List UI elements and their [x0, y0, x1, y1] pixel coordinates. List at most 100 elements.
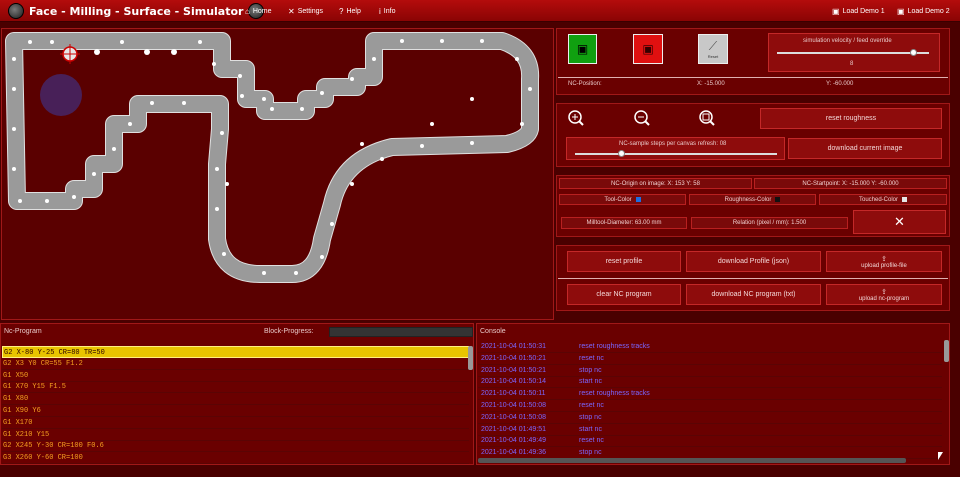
divider: [558, 278, 948, 279]
log-entry: 2021-10-04 01:50:21 reset nc: [478, 353, 942, 365]
save-icon: ▣: [897, 6, 905, 16]
nc-position-label: NC-Position:: [568, 81, 602, 87]
velocity-slider[interactable]: [777, 49, 929, 57]
upload-icon: ⇪: [881, 255, 887, 263]
tool-circle: [40, 74, 82, 116]
milled-track-inner: [6, 33, 539, 282]
zoom-fit-icon: [699, 110, 715, 126]
surface-view: [5, 32, 540, 283]
log-entry: 2021-10-04 01:50:31 reset roughness track…: [478, 341, 942, 353]
download-image-button[interactable]: download current image: [788, 138, 942, 159]
nav-info[interactable]: i Info: [379, 0, 395, 22]
zoom-reset-button[interactable]: [698, 109, 716, 127]
log-time: 2021-10-04 01:50:21: [481, 354, 546, 362]
milling-tool-logo-icon: [8, 3, 24, 19]
touched-color-swatch[interactable]: [902, 197, 908, 202]
divider: [558, 77, 948, 78]
download-profile-button[interactable]: download Profile (json): [686, 251, 821, 272]
sample-steps-box: NC-sample steps per canvas refresh: 08: [566, 137, 785, 160]
log-message: stop nc: [579, 366, 602, 374]
program-line[interactable]: G1 X90 Y6: [2, 405, 469, 417]
reset-roughness-button[interactable]: reset roughness: [760, 108, 942, 129]
touched-color-picker[interactable]: Touched-Color: [819, 194, 947, 205]
brand[interactable]: Face - Milling - Surface - Simulator: [8, 2, 265, 20]
program-line[interactable]: G1 X80: [2, 393, 469, 406]
home-icon: ⌂: [245, 6, 250, 16]
clear-nc-program-button[interactable]: clear NC program: [567, 284, 681, 305]
velocity-label: simulation velocity / feed override: [803, 38, 892, 44]
nav-load-demo-1[interactable]: ▣ Load Demo 1: [832, 0, 885, 22]
upload-nc-program-button[interactable]: ⇪ upload nc-program: [826, 284, 942, 305]
program-line[interactable]: G1 X170: [2, 417, 469, 429]
program-scrollbar[interactable]: [468, 346, 473, 370]
upload-icon: ⇪: [881, 288, 887, 296]
log-time: 2021-10-04 01:50:08: [481, 413, 546, 421]
log-time: 2021-10-04 01:50:11: [481, 390, 546, 398]
console-hscrollbar[interactable]: [478, 458, 906, 463]
program-line[interactable]: G1 X70 Y15 F1.5: [2, 381, 469, 394]
sample-steps-slider[interactable]: [575, 150, 777, 158]
reset-nc-button[interactable]: ⟋ Reset: [698, 34, 728, 64]
log-message: start nc: [579, 378, 602, 386]
tools-icon: ✕: [894, 214, 905, 229]
upload-profile-button[interactable]: ⇪ upload profile-file: [826, 251, 942, 272]
log-entry: 2021-10-04 01:50:21 stop nc: [478, 365, 942, 377]
sample-steps-label: NC-sample steps per canvas refresh: 08: [619, 141, 727, 147]
log-time: 2021-10-04 01:50:31: [481, 343, 546, 350]
milling-canvas[interactable]: [1, 28, 554, 320]
nav-settings[interactable]: ✕ Settings: [288, 0, 323, 22]
program-line[interactable]: G2 X-80 Y-25 CR=80 TR=50: [2, 346, 469, 358]
program-line[interactable]: G2 X3 Y0 CR=55 F1.2: [2, 358, 469, 370]
log-time: 2021-10-04 01:50:08: [481, 402, 546, 409]
log-time: 2021-10-04 01:50:14: [481, 378, 546, 386]
roughness-color-picker[interactable]: Roughness-Color: [689, 194, 816, 205]
nc-position-y: Y: -60.000: [826, 81, 854, 87]
start-nc-button[interactable]: ▣: [568, 34, 597, 64]
log-message: reset nc: [579, 354, 604, 362]
stop-nc-button[interactable]: ▣: [633, 34, 663, 64]
nav-help[interactable]: ? Help: [339, 0, 361, 22]
nc-startpoint-info: NC-Startpoint: X: -15.000 Y: -60.000: [754, 178, 947, 189]
reset-icon: ⟋: [708, 39, 718, 53]
stop-icon: ▣: [642, 42, 654, 56]
nc-origin-info: NC-Origin on image: X: 153 Y: 58: [559, 178, 752, 189]
nav-load-demo-2[interactable]: ▣ Load Demo 2: [897, 0, 950, 22]
program-line[interactable]: G1 X50: [2, 370, 469, 382]
mouse-cursor-icon: [938, 452, 943, 460]
velocity-box: simulation velocity / feed override 8: [768, 33, 940, 72]
log-entry: 2021-10-04 01:49:51 start nc: [478, 424, 942, 436]
tool-color-swatch[interactable]: [635, 197, 641, 202]
nc-program-title: Nc-Program: [4, 328, 42, 335]
program-line[interactable]: G1 X210 Y15: [2, 429, 469, 441]
roughness-color-swatch[interactable]: [775, 197, 781, 202]
velocity-value: 8: [850, 61, 854, 67]
tool-color-picker[interactable]: Tool-Color: [559, 194, 686, 205]
milltool-diameter-info: Milltool-Diameter: 63.00 mm: [561, 217, 687, 229]
download-nc-program-button[interactable]: download NC program (txt): [686, 284, 821, 305]
log-message: reset nc: [579, 437, 604, 445]
block-progress-bar: [329, 327, 473, 337]
tool-settings-button[interactable]: ✕: [853, 210, 946, 234]
log-message: stop nc: [579, 413, 602, 421]
help-icon: ?: [339, 6, 344, 16]
nc-position-x: X: -15.000: [697, 81, 725, 87]
nav-home[interactable]: ⌂ Home: [245, 0, 272, 22]
reset-profile-button[interactable]: reset profile: [567, 251, 681, 272]
info-icon: i: [379, 6, 381, 16]
log-message: reset nc: [579, 402, 604, 409]
zoom-in-icon: [568, 110, 584, 126]
play-icon: ▣: [576, 42, 589, 56]
console-scrollbar[interactable]: [944, 340, 949, 362]
log-time: 2021-10-04 01:50:21: [481, 366, 546, 374]
program-line[interactable]: G2 X245 Y-30 CR=100 F0.6: [2, 440, 469, 453]
log-message: start nc: [579, 425, 602, 433]
save-icon: ▣: [832, 6, 840, 16]
zoom-out-button[interactable]: [633, 109, 651, 127]
program-line[interactable]: G3 X260 Y-60 CR=100: [2, 452, 469, 465]
app-title: Face - Milling - Surface - Simulator: [29, 4, 244, 18]
zoom-in-button[interactable]: [567, 109, 585, 127]
top-navbar: Face - Milling - Surface - Simulator ⌂ Ho…: [0, 0, 960, 22]
zoom-out-icon: [634, 110, 650, 126]
tools-icon: ✕: [288, 6, 295, 16]
log-time: 2021-10-04 01:49:51: [481, 425, 546, 433]
